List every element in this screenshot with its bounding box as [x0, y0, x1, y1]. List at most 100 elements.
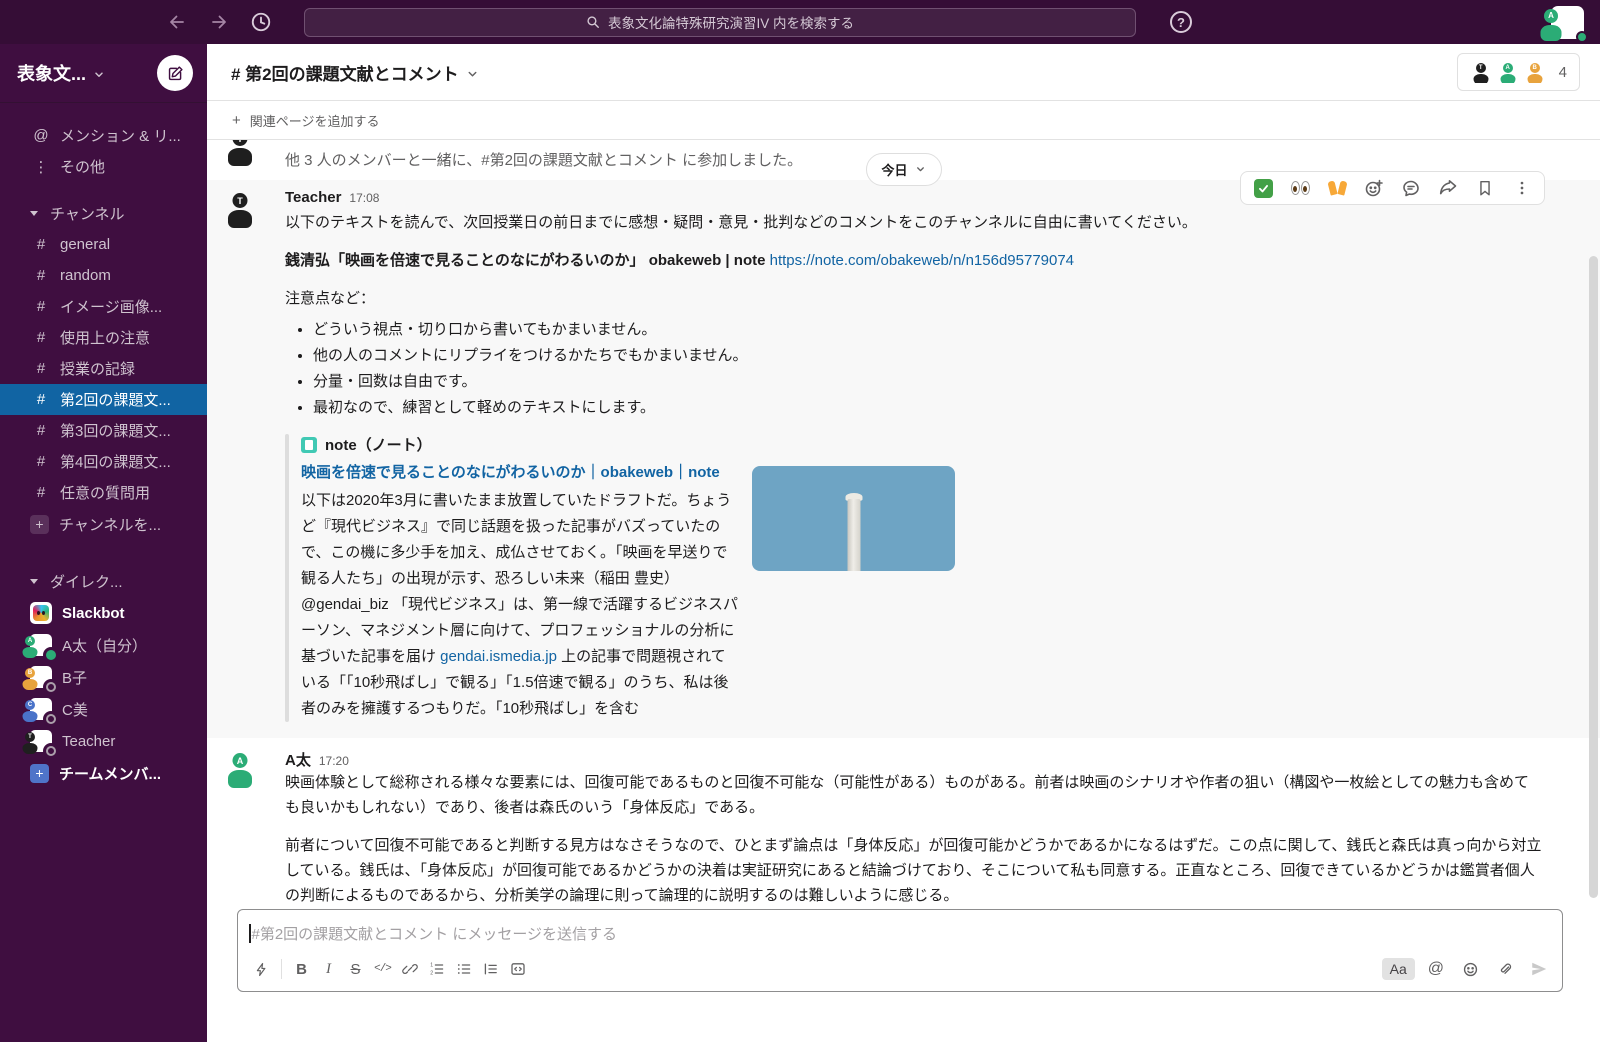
add-reaction-icon[interactable] [1363, 177, 1385, 199]
hash-icon: # [32, 391, 50, 408]
workspace-name: 表象文... [17, 60, 86, 86]
eyes-reaction-icon[interactable] [1289, 177, 1311, 199]
member-count: 4 [1559, 64, 1567, 81]
sidebar-channel-session3[interactable]: #第3回の課題文... [0, 415, 207, 446]
timestamp[interactable]: 17:08 [349, 191, 379, 205]
dm-slackbot[interactable]: Slackbot [0, 597, 207, 629]
raised-hands-reaction-icon[interactable] [1326, 177, 1348, 199]
blockquote-button[interactable] [477, 956, 504, 982]
card-title-link[interactable]: 映画を倍速で見ることのなにがわるいのか｜obakeweb｜note [301, 461, 739, 485]
compose-button[interactable] [157, 55, 193, 91]
share-icon[interactable] [1437, 177, 1459, 199]
chevron-down-icon [466, 68, 479, 81]
date-divider-pill[interactable]: 今日 [865, 153, 941, 186]
shortcuts-lightning-icon[interactable] [248, 956, 275, 982]
emoji-button[interactable] [1457, 956, 1484, 982]
caret-down-icon [30, 579, 38, 584]
back-icon[interactable] [166, 11, 188, 33]
hash-icon: # [32, 422, 50, 439]
bullet-item: 最初なので、練習として軽めのテキストにします。 [313, 396, 1542, 420]
input-placeholder: #第2回の課題文献とコメント にメッセージを送信する [252, 923, 618, 944]
sidebar-channel-class-records[interactable]: #授業の記録 [0, 353, 207, 384]
bullet-item: 分量・回数は自由です。 [313, 370, 1542, 394]
link-button[interactable] [396, 956, 423, 982]
ordered-list-button[interactable]: 12 [423, 956, 450, 982]
sidebar-channel-usage-notes[interactable]: #使用上の注意 [0, 322, 207, 353]
author-name[interactable]: A太 [285, 749, 311, 770]
member-avatar: B [1524, 61, 1546, 83]
sidebar-channel-session4[interactable]: #第4回の課題文... [0, 446, 207, 477]
svg-text:2: 2 [430, 971, 433, 977]
sidebar-channel-general[interactable]: #general [0, 229, 207, 260]
history-clock-icon[interactable] [250, 11, 272, 33]
forward-icon[interactable] [208, 11, 230, 33]
code-block-button[interactable] [504, 956, 531, 982]
member-list-button[interactable]: T A B 4 [1457, 53, 1580, 91]
timestamp[interactable]: 17:20 [319, 754, 349, 768]
bullet-list-button[interactable] [450, 956, 477, 982]
text-caret [249, 924, 251, 943]
presence-offline-dot [46, 714, 56, 724]
author-name[interactable]: Teacher [285, 140, 341, 144]
reference-url-link[interactable]: https://note.com/obakeweb/n/n156d9577907… [770, 252, 1074, 269]
dm-a-ta-self[interactable]: A A太（自分） [0, 629, 207, 661]
bookmark-icon[interactable] [1474, 177, 1496, 199]
card-thumbnail-image[interactable] [752, 466, 955, 571]
message-composer: #第2回の課題文献とコメント にメッセージを送信する B I S </> 12 [237, 909, 1563, 992]
channels-section-header[interactable]: チャンネル [0, 198, 207, 229]
add-channel-button[interactable]: + チャンネルを... [0, 508, 207, 540]
sidebar-channel-session2-selected[interactable]: #第2回の課題文... [0, 384, 207, 415]
bookmarks-bar[interactable]: + 関連ページを追加する [207, 101, 1600, 140]
bullet-item: 他の人のコメントにリプライをつけるかたちでもかまいません。 [313, 344, 1542, 368]
gendai-link[interactable]: gendai.ismedia.jp [440, 648, 557, 665]
avatar: C [30, 698, 52, 720]
search-bar[interactable]: 表象文化論特殊研究演習IV 内を検索する [304, 8, 1136, 37]
dm-c-mi[interactable]: C C美 [0, 693, 207, 725]
user-avatar[interactable]: A [1551, 6, 1584, 39]
avatar: A [30, 634, 52, 656]
timestamp[interactable]: 17:05 [349, 140, 379, 143]
bold-button[interactable]: B [288, 956, 315, 982]
workspace-header[interactable]: 表象文... [0, 44, 207, 103]
reply-thread-icon[interactable] [1400, 177, 1422, 199]
avatar: B [30, 666, 52, 688]
dm-b-ko[interactable]: B B子 [0, 661, 207, 693]
sidebar-item-more[interactable]: ⋮ その他 [0, 151, 207, 182]
sidebar-channel-random[interactable]: #random [0, 260, 207, 291]
scrollbar-thumb[interactable] [1589, 256, 1598, 898]
check-mark-reaction-icon[interactable] [1252, 177, 1274, 199]
message-input[interactable]: #第2回の課題文献とコメント にメッセージを送信する [238, 910, 1562, 953]
sidebar-item-mentions[interactable]: @ メンション & リ... [0, 120, 207, 151]
dm-teacher[interactable]: T Teacher [0, 725, 207, 757]
mention-button[interactable]: @ [1422, 960, 1450, 978]
svg-text:1: 1 [430, 963, 433, 969]
message-teacher: T Teacher 17:08 以下のテキストを読んで、次回授業日の前日までに感… [207, 180, 1600, 738]
chevron-down-icon [93, 69, 105, 81]
paragraph: 映画体験として総称される様々な要素には、回復可能であるものと回復不可能な（可能性… [285, 770, 1542, 820]
composer-right-tools: Aa @ [1382, 956, 1552, 982]
inline-code-button[interactable]: </> [369, 956, 396, 982]
help-icon[interactable]: ? [1170, 11, 1192, 33]
message-intro: 以下のテキストを読んで、次回授業日の前日までに感想・疑問・意見・批判などのコメン… [285, 210, 1542, 235]
dm-section-header[interactable]: ダイレク... [0, 566, 207, 597]
more-actions-icon[interactable] [1511, 177, 1533, 199]
bullet-item: どういう視点・切り口から書いてもかまいません。 [313, 318, 1542, 342]
show-formatting-button[interactable]: Aa [1382, 958, 1415, 980]
presence-online-dot [46, 650, 56, 660]
channel-title[interactable]: # 第2回の課題文献とコメント [231, 60, 459, 85]
member-avatar: A [1497, 61, 1519, 83]
sidebar-channel-image[interactable]: #イメージ画像... [0, 291, 207, 322]
caret-down-icon [30, 211, 38, 216]
channels-header-label: チャンネル [50, 203, 125, 224]
strikethrough-button[interactable]: S [342, 956, 369, 982]
author-name[interactable]: Teacher [285, 189, 341, 206]
attach-paperclip-icon[interactable] [1491, 956, 1518, 982]
sidebar-nav: @ メンション & リ... ⋮ その他 チャンネル #general #ran… [0, 103, 207, 789]
invite-members-button[interactable]: + チームメンバ... [0, 757, 207, 789]
composer-area: #第2回の課題文献とコメント にメッセージを送信する B I S </> 12 [207, 903, 1600, 992]
send-button[interactable] [1525, 956, 1552, 982]
presence-offline-dot [46, 746, 56, 756]
sidebar-channel-questions[interactable]: #任意の質問用 [0, 477, 207, 508]
slackbot-avatar [30, 602, 52, 624]
italic-button[interactable]: I [315, 956, 342, 982]
